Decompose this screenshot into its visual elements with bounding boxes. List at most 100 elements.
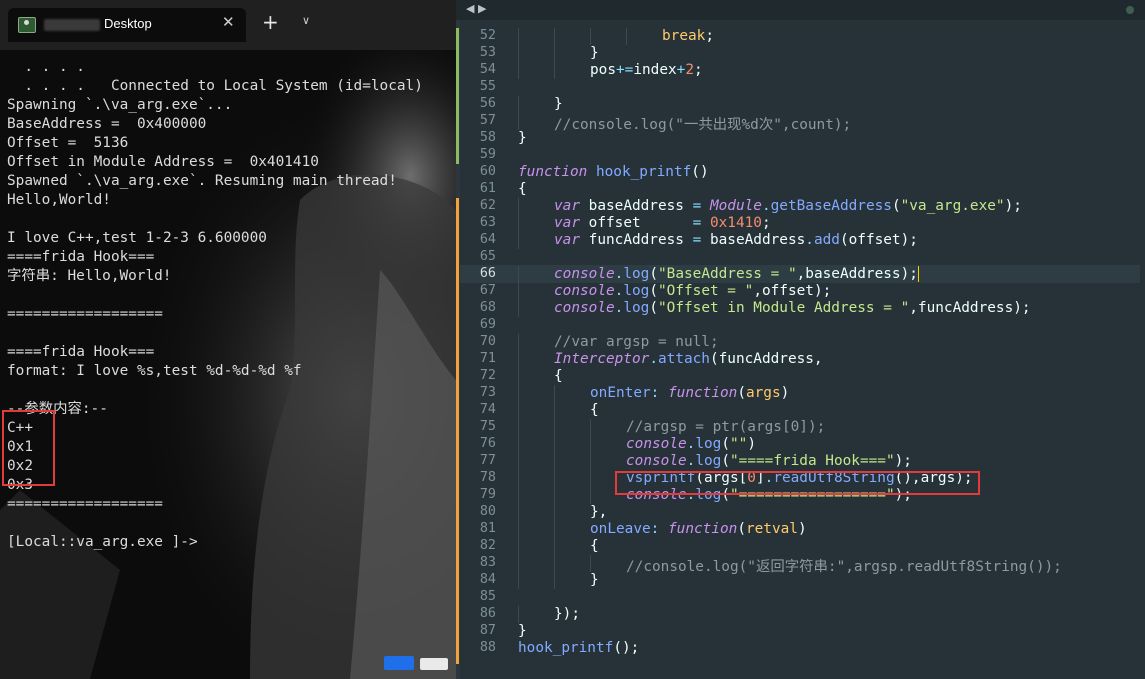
- code-token: ): [747, 436, 756, 452]
- indent-guide: [518, 232, 554, 249]
- code-token: ;: [761, 215, 771, 231]
- line-number: 86: [479, 606, 496, 621]
- indent-guide: [518, 606, 554, 623]
- code-token: getBaseAddress: [770, 198, 892, 214]
- line-number: 82: [479, 538, 496, 553]
- code-token: funcAddress: [580, 232, 693, 248]
- code-token: +=: [616, 62, 634, 78]
- code-token: var: [554, 198, 580, 214]
- indent-guide: [518, 215, 554, 232]
- code-token: onEnter: [590, 385, 651, 401]
- code-token: (: [721, 453, 730, 469]
- code-token: hook_printf: [518, 640, 614, 656]
- code-token: }: [518, 623, 527, 639]
- line-number: 85: [479, 589, 496, 604]
- tab-desktop[interactable]: Desktop ✕: [8, 8, 246, 42]
- code-token: log: [623, 266, 650, 282]
- code-token: retval: [745, 521, 798, 537]
- line-number: 81: [479, 521, 496, 536]
- new-tab-button[interactable]: +: [262, 11, 279, 33]
- indent-guide: [554, 487, 590, 504]
- code-line: //var argsp = null;: [518, 334, 719, 351]
- code-token: log: [623, 283, 650, 299]
- code-line: console.log(""): [518, 436, 756, 453]
- indent-guide: [590, 28, 626, 45]
- code-token: });: [554, 606, 580, 622]
- editor-top-bar: ◀ ▶: [456, 0, 1145, 20]
- indent-guide: [518, 368, 554, 385]
- code-token: .: [761, 198, 771, 214]
- indent-guide: [554, 419, 590, 436]
- code-token: }: [518, 130, 527, 146]
- code-token: function: [668, 521, 738, 537]
- code-token: 0x1410: [709, 215, 762, 231]
- terminal-line: Spawning `.\va_arg.exe`...: [7, 97, 233, 113]
- code-token: //console.log("返回字符串:",argsp.readUtf8Str…: [626, 559, 1062, 575]
- code-line: onLeave: function(retval): [518, 521, 807, 538]
- code-token: //var argsp = null;: [554, 334, 719, 350]
- terminal-line: ==================: [7, 496, 163, 512]
- code-token: {: [518, 181, 527, 197]
- indent-guide: [518, 283, 554, 300]
- code-token: );: [1004, 198, 1022, 214]
- indent-guide: [554, 62, 590, 79]
- chevron-down-icon[interactable]: ∨: [302, 14, 310, 27]
- code-line: },: [518, 504, 607, 521]
- line-number: 72: [479, 368, 496, 383]
- code-token: "Offset in Module Address = ": [658, 300, 910, 316]
- code-token: console: [554, 283, 615, 299]
- indent-guide: [518, 385, 554, 402]
- code-token: log: [623, 300, 650, 316]
- line-number: 77: [479, 453, 496, 468]
- code-line: hook_printf();: [518, 640, 639, 656]
- indent-guide: [518, 470, 554, 487]
- line-number: 52: [479, 28, 496, 43]
- code-token: {: [590, 538, 599, 554]
- indent-guide: [554, 436, 590, 453]
- indent-guide: [554, 402, 590, 419]
- added-lines-marker: [456, 28, 459, 164]
- back-arrow-icon[interactable]: ◀: [466, 2, 474, 15]
- terminal-line: . . . . Connected to Local System (id=lo…: [7, 78, 423, 94]
- code-line: //console.log("一共出现%d次",count);: [518, 113, 851, 134]
- line-number: 87: [479, 623, 496, 638]
- code-token: ): [797, 521, 807, 537]
- code-token: ();: [613, 640, 640, 656]
- line-number: 56: [479, 96, 496, 111]
- code-line: var baseAddress = Module.getBaseAddress(…: [518, 198, 1022, 215]
- line-number: 62: [479, 198, 496, 213]
- code-token: offset: [580, 215, 693, 231]
- highlight-box-params: [2, 410, 55, 486]
- terminal-line: [Local::va_arg.exe ]->: [7, 534, 198, 550]
- code-line: }: [518, 130, 527, 146]
- line-number: 83: [479, 555, 496, 570]
- close-icon[interactable]: ✕: [222, 13, 235, 31]
- indent-guide: [518, 198, 554, 215]
- code-token: (: [721, 436, 730, 452]
- terminal-line: . . . .: [7, 59, 85, 75]
- code-line: Interceptor.attach(funcAddress,: [518, 351, 823, 368]
- indent-guide: [518, 555, 554, 572]
- indent-guide: [518, 419, 554, 436]
- terminal-line: format: I love %s,test %d-%d-%d %f: [7, 363, 302, 379]
- code-token: "": [730, 436, 748, 452]
- terminal-line: BaseAddress = 0x400000: [7, 116, 207, 132]
- line-number: 88: [479, 640, 496, 655]
- indent-guide: [518, 28, 554, 45]
- indent-guide: [518, 62, 554, 79]
- indent-guide: [554, 385, 590, 402]
- indent-guide: [518, 436, 554, 453]
- code-line: }: [518, 96, 563, 113]
- line-number: 71: [479, 351, 496, 366]
- code-token: console: [554, 300, 615, 316]
- code-line: console.log("Offset = ",offset);: [518, 283, 831, 300]
- line-number: 63: [479, 215, 496, 230]
- line-number: 74: [479, 402, 496, 417]
- forward-arrow-icon[interactable]: ▶: [478, 2, 486, 15]
- indent-guide: [518, 572, 554, 589]
- code-token: add: [813, 232, 840, 248]
- code-token: console: [626, 436, 687, 452]
- code-token: //console.log("一共出现%d次",count);: [554, 117, 852, 133]
